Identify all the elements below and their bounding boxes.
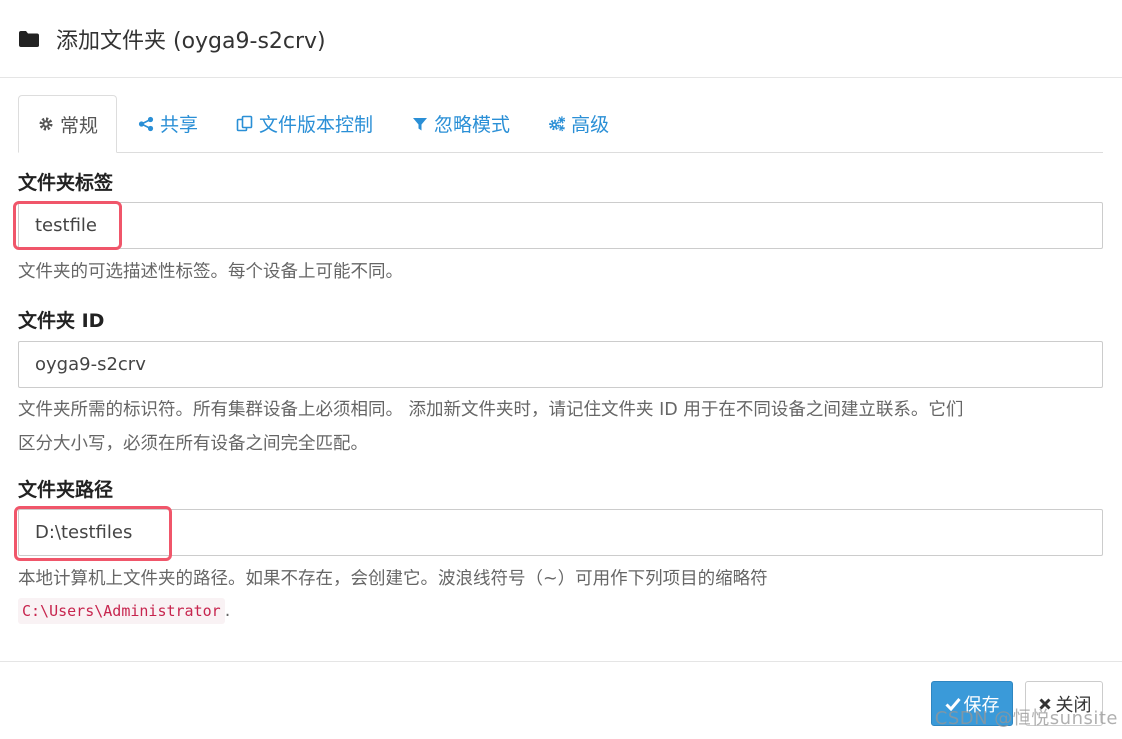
folder-id-help: 文件夹所需的标识符。所有集群设备上必须相同。 添加新文件夹时，请记住文件夹 ID… — [18, 393, 1108, 461]
folder-path-help-text: 本地计算机上文件夹的路径。如果不存在，会创建它。波浪线符号（~）可用作下列项目的… — [18, 569, 768, 589]
tab-sharing-label: 共享 — [160, 114, 199, 136]
folder-path-title: 文件夹路径 — [18, 479, 114, 501]
tab-advanced-label: 高级 — [571, 114, 610, 136]
add-folder-dialog: 添加文件夹 (oyga9-s2crv) 常规 共享 文件版本控制 忽略模式 高级… — [0, 0, 1122, 739]
tab-advanced[interactable]: 高级 — [530, 95, 627, 152]
folder-icon — [18, 28, 40, 50]
settings-tabs: 常规 共享 文件版本控制 忽略模式 高级 — [18, 95, 1103, 153]
tab-ignore-patterns-label: 忽略模式 — [434, 114, 511, 136]
tab-general[interactable]: 常规 — [18, 95, 118, 153]
folder-id-help-line-1: 文件夹所需的标识符。所有集群设备上必须相同。 添加新文件夹时，请记住文件夹 ID… — [18, 400, 964, 420]
folder-id-help-line-2: 区分大小写，必须在所有设备之间完全匹配。 — [18, 434, 368, 454]
tab-versioning[interactable]: 文件版本控制 — [218, 95, 391, 152]
home-directory-suffix: . — [224, 601, 231, 621]
watermark: CSDN @恒悦sunsite — [934, 708, 1118, 729]
gear-icon — [37, 115, 55, 133]
folder-label-input[interactable]: testfile — [18, 202, 1103, 249]
folder-path-home-line: C:\Users\Administrator. — [18, 598, 1108, 624]
cogs-icon — [548, 115, 566, 133]
filter-icon — [411, 115, 429, 133]
folder-path-input[interactable]: D:\testfiles — [18, 509, 1103, 556]
tab-sharing[interactable]: 共享 — [119, 95, 216, 152]
folder-path-help: 本地计算机上文件夹的路径。如果不存在，会创建它。波浪线符号（~）可用作下列项目的… — [18, 562, 1108, 624]
folder-id-title: 文件夹 ID — [18, 310, 105, 332]
folder-id-input[interactable]: oyga9-s2crv — [18, 341, 1103, 388]
share-icon — [137, 115, 155, 133]
tab-general-label: 常规 — [60, 114, 99, 137]
home-directory-code: C:\Users\Administrator — [18, 598, 225, 624]
tab-ignore-patterns[interactable]: 忽略模式 — [393, 95, 528, 152]
dialog-title: 添加文件夹 (oyga9-s2crv) — [56, 28, 326, 54]
folder-label-title: 文件夹标签 — [18, 172, 114, 194]
copy-icon — [236, 115, 254, 133]
footer-divider — [0, 661, 1122, 662]
dialog-header: 添加文件夹 (oyga9-s2crv) — [0, 0, 1122, 78]
tab-versioning-label: 文件版本控制 — [259, 114, 374, 136]
folder-label-help: 文件夹的可选描述性标签。每个设备上可能不同。 — [18, 262, 403, 282]
